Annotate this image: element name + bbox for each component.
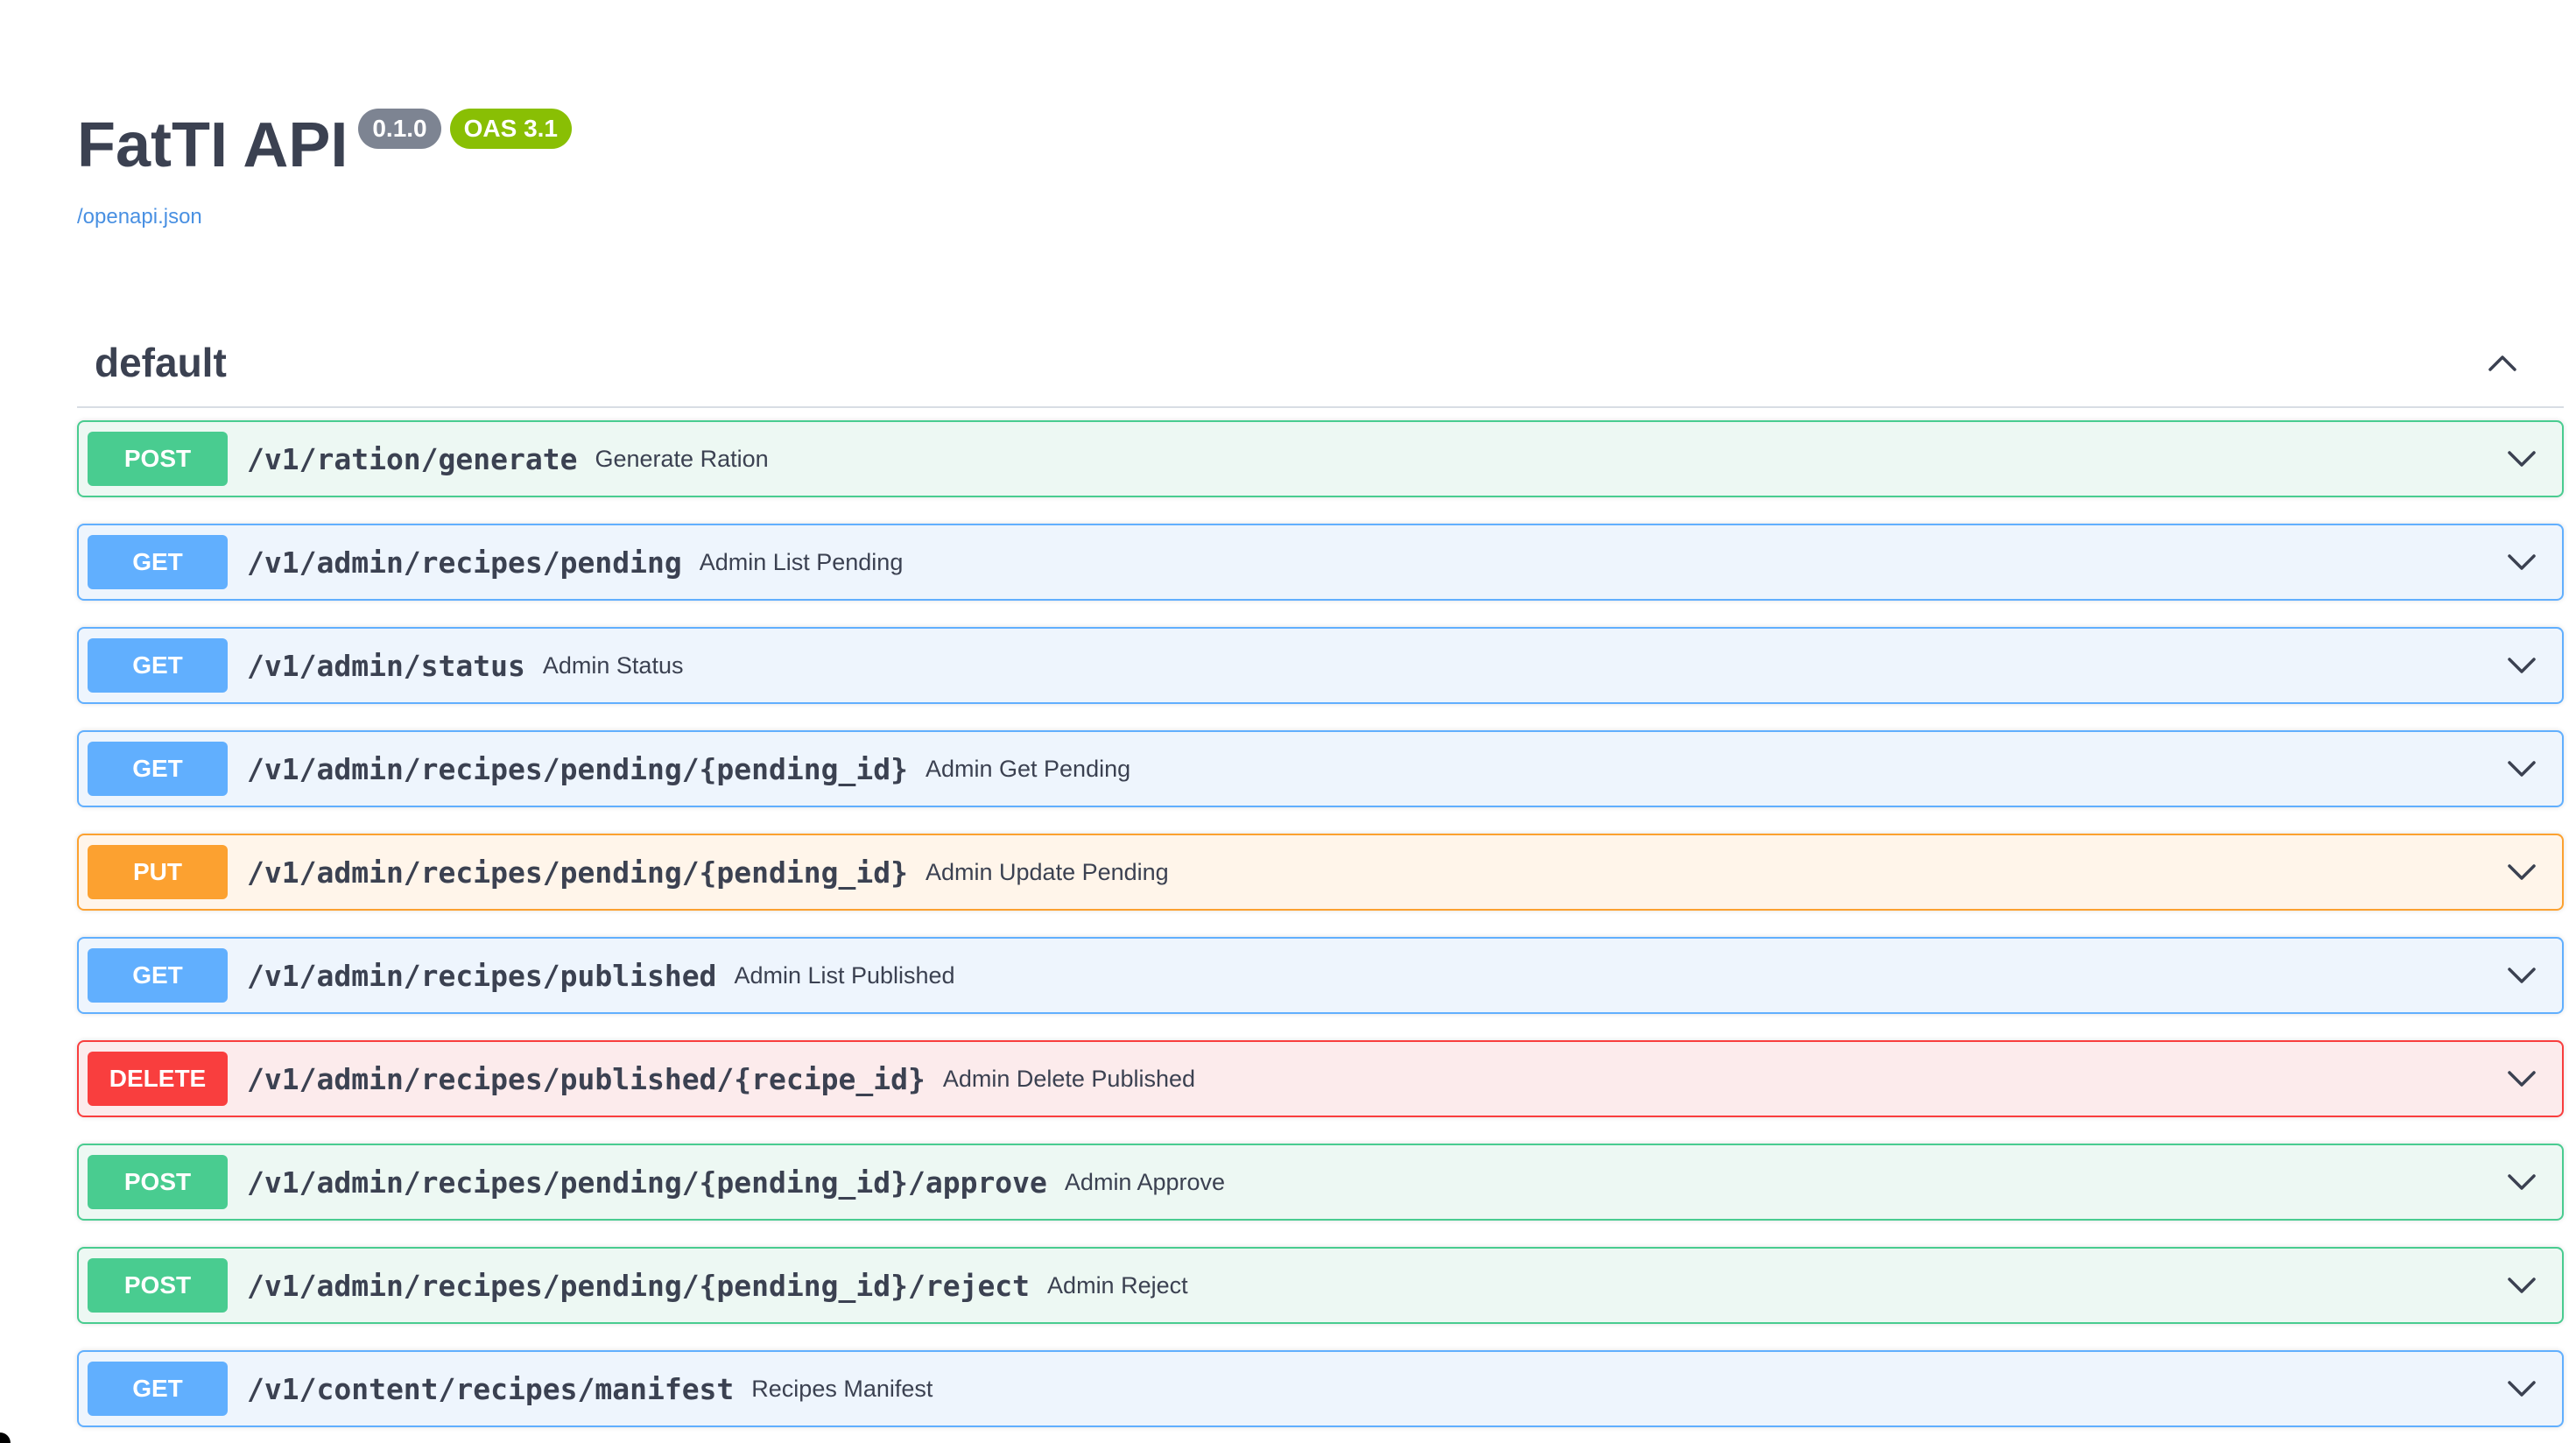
method-badge: PUT bbox=[88, 845, 228, 899]
chevron-down-icon[interactable] bbox=[2504, 1268, 2539, 1303]
chevron-down-icon[interactable] bbox=[2504, 1165, 2539, 1200]
openapi-json-link[interactable]: /openapi.json bbox=[77, 205, 572, 229]
chevron-down-icon[interactable] bbox=[2504, 441, 2539, 476]
operation-row[interactable]: GET /v1/admin/recipes/pending Admin List… bbox=[77, 524, 2564, 601]
method-badge: POST bbox=[88, 1155, 228, 1209]
method-badge: POST bbox=[88, 432, 228, 486]
operation-path: /v1/admin/recipes/pending/{pending_id}/a… bbox=[247, 1165, 1047, 1200]
operation-path: /v1/content/recipes/manifest bbox=[247, 1371, 735, 1406]
operation-summary: Generate Ration bbox=[595, 445, 769, 472]
operation-row[interactable]: GET /v1/admin/recipes/published Admin Li… bbox=[77, 937, 2564, 1014]
section-header-default[interactable]: default bbox=[77, 326, 2564, 408]
chevron-up-icon[interactable] bbox=[2483, 343, 2522, 382]
operation-summary: Admin Approve bbox=[1064, 1168, 1226, 1195]
operation-path: /v1/admin/recipes/published bbox=[247, 958, 717, 993]
operation-summary: Admin Update Pending bbox=[925, 858, 1169, 885]
method-badge: GET bbox=[88, 535, 228, 589]
section-title: default bbox=[95, 340, 227, 385]
operation-row[interactable]: POST /v1/admin/recipes/pending/{pending_… bbox=[77, 1144, 2564, 1221]
operation-row[interactable]: GET /v1/admin/status Admin Status bbox=[77, 627, 2564, 704]
operation-path: /v1/admin/recipes/pending bbox=[247, 545, 682, 580]
method-badge: GET bbox=[88, 1362, 228, 1416]
version-badge: 0.1.0 bbox=[358, 109, 441, 149]
operation-path: /v1/admin/recipes/pending/{pending_id} bbox=[247, 855, 908, 890]
method-badge: GET bbox=[88, 948, 228, 1003]
operation-row[interactable]: POST /v1/ration/generate Generate Ration bbox=[77, 420, 2564, 497]
chevron-down-icon[interactable] bbox=[2504, 545, 2539, 580]
chevron-down-icon[interactable] bbox=[2504, 751, 2539, 786]
operation-summary: Admin Delete Published bbox=[942, 1065, 1196, 1092]
operation-path: /v1/admin/status bbox=[247, 648, 525, 683]
operation-path: /v1/admin/recipes/published/{recipe_id} bbox=[247, 1061, 926, 1096]
operation-row[interactable]: POST /v1/admin/recipes/pending/{pending_… bbox=[77, 1247, 2564, 1324]
chevron-down-icon[interactable] bbox=[2504, 648, 2539, 683]
method-badge: POST bbox=[88, 1258, 228, 1313]
method-badge: GET bbox=[88, 638, 228, 693]
chevron-down-icon[interactable] bbox=[2504, 1061, 2539, 1096]
operation-path: /v1/ration/generate bbox=[247, 441, 578, 476]
operation-row[interactable]: GET /v1/admin/recipes/pending/{pending_i… bbox=[77, 730, 2564, 807]
operation-summary: Admin List Published bbox=[734, 961, 955, 989]
operation-summary: Admin List Pending bbox=[699, 548, 904, 575]
operation-summary: Admin Reject bbox=[1047, 1271, 1188, 1299]
chevron-down-icon[interactable] bbox=[2504, 855, 2539, 890]
window-corner bbox=[0, 1432, 11, 1443]
swagger-ui-page: FatTI API 0.1.0 OAS 3.1 /openapi.json de… bbox=[0, 0, 2576, 1443]
operation-summary: Admin Status bbox=[542, 651, 684, 679]
api-info: FatTI API 0.1.0 OAS 3.1 /openapi.json bbox=[77, 98, 573, 229]
operation-summary: Recipes Manifest bbox=[751, 1375, 933, 1402]
operation-row[interactable]: PUT /v1/admin/recipes/pending/{pending_i… bbox=[77, 834, 2564, 911]
operation-path: /v1/admin/recipes/pending/{pending_id}/r… bbox=[247, 1268, 1031, 1303]
title-row: FatTI API 0.1.0 OAS 3.1 bbox=[77, 98, 573, 193]
operations-list: POST /v1/ration/generate Generate Ration… bbox=[77, 420, 2564, 1443]
operation-row[interactable]: DELETE /v1/admin/recipes/published/{reci… bbox=[77, 1040, 2564, 1117]
chevron-down-icon[interactable] bbox=[2504, 1371, 2539, 1406]
operation-row[interactable]: GET /v1/content/recipes/manifest Recipes… bbox=[77, 1350, 2564, 1427]
api-title: FatTI API bbox=[77, 110, 348, 180]
operation-summary: Admin Get Pending bbox=[925, 755, 1131, 782]
oas-badge: OAS 3.1 bbox=[449, 109, 573, 149]
operation-path: /v1/admin/recipes/pending/{pending_id} bbox=[247, 751, 908, 786]
method-badge: GET bbox=[88, 742, 228, 796]
chevron-down-icon[interactable] bbox=[2504, 958, 2539, 993]
method-badge: DELETE bbox=[88, 1052, 228, 1106]
